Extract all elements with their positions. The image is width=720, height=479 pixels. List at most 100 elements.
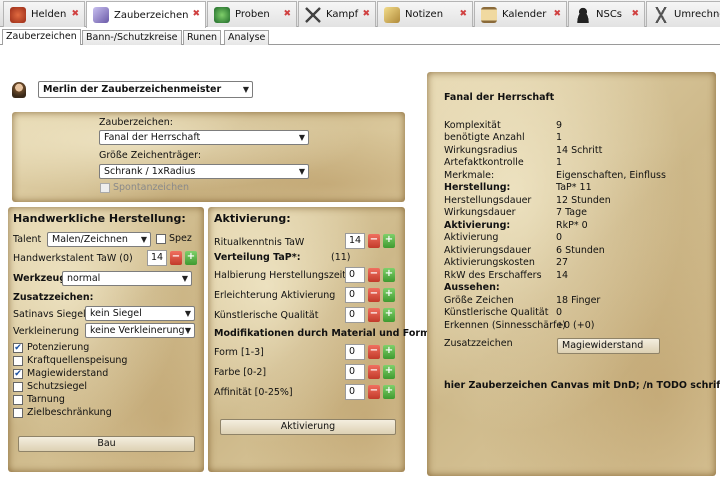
zielbeschraenkung-checkbox[interactable] [13,408,23,418]
traeger-select[interactable]: Schrank / 1xRadius ▼ [99,164,309,179]
info-row-value: 0 [556,232,563,243]
chevron-down-icon: ▼ [298,133,305,142]
erleichterung-label: Erleichterung Aktivierung [214,290,336,301]
kuenstlerische-qualitaet-input[interactable]: 0 [345,307,365,323]
halbierung-plus-button[interactable]: + [383,268,395,282]
character-name: Merlin der Zauberzeichenmeister [43,84,222,95]
close-icon[interactable]: ✖ [192,9,200,19]
verkleinerung-label: Verkleinerung [13,326,79,337]
form-input[interactable]: 0 [345,344,365,360]
info-row-value: 27 [556,257,569,268]
ritualkenntnis-minus-button[interactable]: − [368,234,380,248]
taw-input[interactable]: 14 [147,250,167,266]
schutzsiegel-checkbox[interactable] [13,382,23,392]
taw-plus-button[interactable]: + [185,251,197,265]
helden-icon [10,6,26,23]
farbe-label: Farbe [0-2] [214,367,267,378]
tarnung-checkbox[interactable] [13,395,23,405]
ritualkenntnis-plus-button[interactable]: + [383,234,395,248]
close-icon[interactable]: ✖ [553,9,561,19]
werkzeug-select[interactable]: normal ▼ [62,271,192,286]
info-row-label: Aktivierungsdauer [444,245,532,256]
subtab-zauberzeichen[interactable]: Zauberzeichen [2,29,81,45]
verkleinerung-select[interactable]: keine Verkleinerung ▼ [85,323,195,338]
spontanzeichen-checkbox[interactable] [100,183,110,193]
subtab-bann-schutzkreise[interactable]: Bann-/Schutzkreise [82,30,182,45]
info-row-value: 18 Finger [556,295,601,306]
taw-minus-button[interactable]: − [170,251,182,265]
farbe-input[interactable]: 0 [345,364,365,380]
chevron-down-icon: ▼ [181,274,188,283]
zauberzeichen-value: Fanal der Herrschaft [104,132,201,143]
tab-label: Proben [235,9,270,20]
erleichterung-input[interactable]: 0 [345,287,365,303]
aktivierung-panel: Aktivierung: Ritualkenntnis TaW 14 − + V… [208,207,434,472]
info-row-label: Merkmale: [444,170,495,181]
kuenstlerische-qualitaet-label: Künstlerische Qualität [214,310,319,321]
affinitaet-minus-button[interactable]: − [368,385,380,399]
taw-label: Handwerkstalent TaW (0) [13,253,133,264]
tab-kalender[interactable]: Kalender ✖ [474,1,567,27]
farbe-minus-button[interactable]: − [368,365,380,379]
magiewiderstand-checkbox[interactable]: ✔ [13,369,23,379]
zauberzeichen-label: Zauberzeichen: [99,117,173,128]
tab-nscs[interactable]: NSCs ✖ [568,1,645,27]
info-row-label: Herstellungsdauer [444,195,532,206]
close-icon[interactable]: ✖ [71,9,79,19]
erleichterung-plus-button[interactable]: + [383,288,395,302]
satinav-select[interactable]: kein Siegel ▼ [85,306,195,321]
tab-zauberzeichen[interactable]: Zauberzeichen ✖ [86,1,206,28]
halbierung-input[interactable]: 0 [345,267,365,283]
zauberzeichen-select[interactable]: Fanal der Herrschaft ▼ [99,130,309,145]
kuenstlerische-qualitaet-minus-button[interactable]: − [368,308,380,322]
form-plus-button[interactable]: + [383,345,395,359]
info-row-value: +0 (+0) [556,320,595,331]
form-minus-button[interactable]: − [368,345,380,359]
info-row-value: 1 [556,157,563,168]
talent-label: Talent [13,234,42,245]
potenzierung-checkbox[interactable]: ✔ [13,343,23,353]
tab-label: Notizen [405,9,444,20]
spontanzeichen-label: Spontanzeichen [113,182,190,193]
affinitaet-plus-button[interactable]: + [383,385,395,399]
info-row-value: 6 Stunden [556,245,605,256]
talent-select[interactable]: Malen/Zeichnen ▼ [47,232,151,247]
tab-umrechnen[interactable]: Umrechne [646,1,720,27]
close-icon[interactable]: ✖ [459,9,467,19]
tab-kampf[interactable]: Kampf ✖ [298,1,376,27]
kuenstlerische-qualitaet-plus-button[interactable]: + [383,308,395,322]
bau-button[interactable]: Bau [18,436,195,452]
magiewiderstand-tag-button[interactable]: Magiewiderstand [557,338,660,354]
erleichterung-minus-button[interactable]: − [368,288,380,302]
dice-icon [214,6,230,23]
verkleinerung-value: keine Verkleinerung [90,325,185,336]
tab-label: NSCs [596,9,623,20]
info-row-label: benötigte Anzahl [444,132,525,143]
info-title: Fanal der Herrschaft [444,92,555,103]
magiewiderstand-label: Magiewiderstand [27,368,109,379]
close-icon[interactable]: ✖ [283,9,291,19]
subtab-runen[interactable]: Runen [183,30,222,45]
traeger-value: Schrank / 1xRadius [104,166,196,177]
info-row-label: Erkennen (Sinnesschärfe) [444,320,566,331]
ritualkenntnis-input[interactable]: 14 [345,233,365,249]
close-icon[interactable]: ✖ [362,9,370,19]
farbe-plus-button[interactable]: + [383,365,395,379]
satinav-value: kein Siegel [90,308,142,319]
info-section-label: Aussehen: [444,282,500,293]
close-icon[interactable]: ✖ [631,9,639,19]
info-row-value: Eigenschaften, Einfluss [556,170,666,181]
schutzsiegel-label: Schutzsiegel [27,381,87,392]
halbierung-minus-button[interactable]: − [368,268,380,282]
zeichen-selection-panel: Zauberzeichen: Fanal der Herrschaft ▼ Gr… [12,112,405,202]
aktivierung-button[interactable]: Aktivierung [220,419,396,435]
subtab-analyse[interactable]: Analyse [224,30,270,45]
spez-checkbox[interactable] [156,234,166,244]
kraftquellenspeisung-checkbox[interactable] [13,356,23,366]
affinitaet-input[interactable]: 0 [345,384,365,400]
tab-proben[interactable]: Proben ✖ [207,1,297,27]
tab-helden[interactable]: Helden ✖ [3,1,85,27]
tab-notizen[interactable]: Notizen ✖ [377,1,473,27]
character-select[interactable]: Merlin der Zauberzeichenmeister ▼ [38,81,253,98]
quill-icon [384,6,400,23]
